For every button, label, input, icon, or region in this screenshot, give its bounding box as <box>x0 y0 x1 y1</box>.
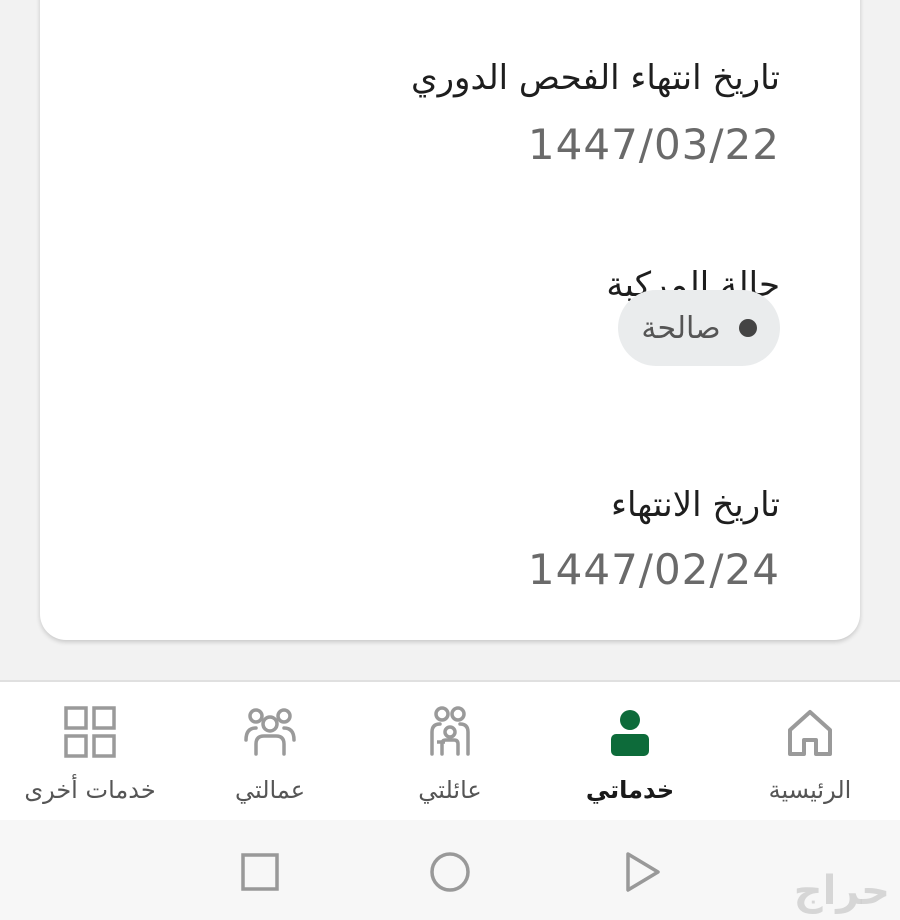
inspection-expiry-value: 1447/03/22 <box>527 120 780 169</box>
nav-label-other-services: خدمات أخرى <box>24 776 156 804</box>
home-icon <box>788 710 832 756</box>
nav-item-family[interactable]: عائلتي <box>360 702 540 812</box>
nav-item-my-services[interactable]: خدماتي <box>540 702 720 812</box>
person-icon <box>611 710 649 756</box>
nav-item-workers[interactable]: عمالتي <box>180 702 360 812</box>
expiry-date-label: تاريخ الانتهاء <box>610 485 780 525</box>
grid-icon <box>64 706 116 758</box>
workers-icon <box>244 708 296 756</box>
nav-item-other-services[interactable]: خدمات أخرى <box>0 702 180 812</box>
nav-item-home[interactable]: الرئيسية <box>720 702 900 812</box>
recents-square-icon[interactable] <box>238 850 282 894</box>
nav-label-home: الرئيسية <box>768 776 852 804</box>
family-icon <box>430 706 470 756</box>
status-badge-text: صالحة <box>641 310 721 346</box>
nav-label-my-services: خدماتي <box>585 776 675 804</box>
inspection-expiry-label: تاريخ انتهاء الفحص الدوري <box>411 58 780 98</box>
home-circle-icon[interactable] <box>428 850 472 894</box>
back-triangle-icon[interactable] <box>620 850 664 894</box>
status-badge: صالحة <box>618 290 780 366</box>
vehicle-details-card: تاريخ انتهاء الفحص الدوري 1447/03/22 حال… <box>40 0 860 640</box>
status-dot-icon <box>738 319 757 337</box>
watermark-logo: حراج <box>793 868 890 914</box>
system-navigation-bar: حراج <box>0 820 900 920</box>
nav-label-workers: عمالتي <box>234 776 306 804</box>
nav-label-family: عائلتي <box>418 776 482 804</box>
expiry-date-value: 1447/02/24 <box>527 545 780 594</box>
